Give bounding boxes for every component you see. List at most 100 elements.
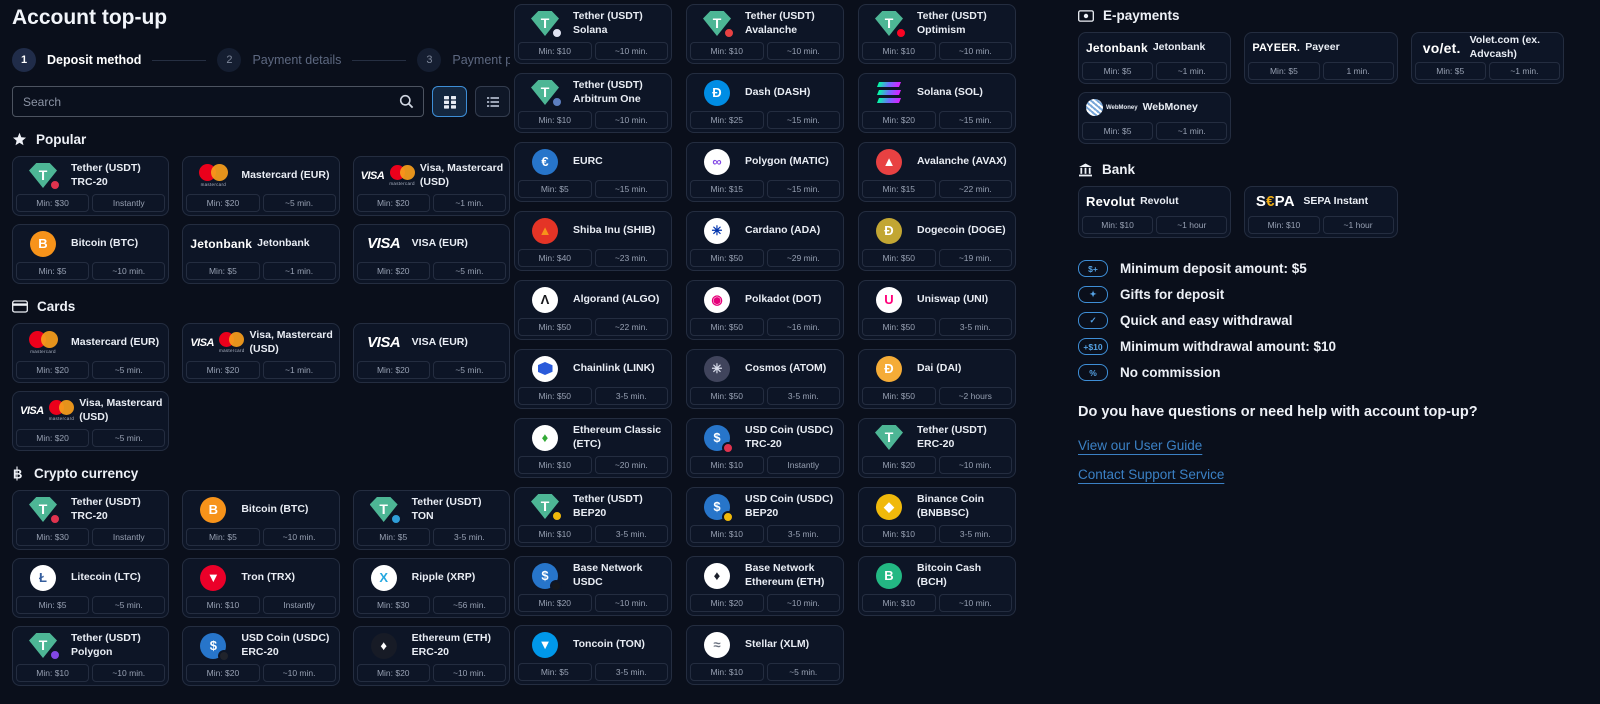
- payment-method-card[interactable]: VISAmastercard Visa, Mastercard (USD) Mi…: [353, 156, 510, 216]
- payment-method-card[interactable]: T Tether (USDT) Avalanche Min: $10 ~10 m…: [686, 4, 844, 64]
- payment-method-card[interactable]: $ USD Coin (USDC) BEP20 Min: $10 3-5 min…: [686, 487, 844, 547]
- payment-method-card[interactable]: PAYEER. Payeer Min: $5 1 min.: [1244, 32, 1397, 84]
- payment-method-card[interactable]: S€PA SEPA Instant Min: $10 ~1 hour: [1244, 186, 1397, 238]
- method-processing-time: ~10 min.: [939, 42, 1013, 60]
- method-min-amount: Min: $20: [357, 262, 430, 280]
- payment-method-card[interactable]: T Tether (USDT) TRC-20 Min: $30 Instantl…: [12, 490, 169, 550]
- payment-method-card[interactable]: VISA VISA (EUR) Min: $20 ~5 min.: [353, 224, 510, 284]
- help-question: Do you have questions or need help with …: [1078, 402, 1548, 424]
- search-input[interactable]: [13, 87, 423, 116]
- payment-method-card[interactable]: WebMoney WebMoney Min: $5 ~1 min.: [1078, 92, 1231, 144]
- payment-method-card[interactable]: mastercard Mastercard (EUR) Min: $20 ~5 …: [12, 323, 169, 383]
- ethereum-icon: ♦: [354, 633, 412, 659]
- tether-solana-icon: T: [515, 11, 573, 36]
- payment-method-card[interactable]: ✳ Cosmos (ATOM) Min: $50 3-5 min.: [686, 349, 844, 409]
- grid-view-button[interactable]: [432, 86, 467, 117]
- method-name: USD Coin (USDC) ERC-20: [241, 632, 338, 658]
- method-processing-time: ~15 min.: [595, 180, 669, 198]
- payment-method-card[interactable]: X Ripple (XRP) Min: $30 ~56 min.: [353, 558, 510, 618]
- method-min-amount: Min: $5: [1415, 62, 1486, 80]
- payment-method-card[interactable]: Ł Litecoin (LTC) Min: $5 ~5 min.: [12, 558, 169, 618]
- help-link[interactable]: Contact Support Service: [1078, 467, 1224, 482]
- eurc-icon: €: [515, 149, 573, 175]
- payment-method-card[interactable]: T Tether (USDT) Polygon Min: $10 ~10 min…: [12, 626, 169, 686]
- payment-method-card[interactable]: VISAmastercard Visa, Mastercard (USD) Mi…: [12, 391, 169, 451]
- benefit-item: $+ Minimum deposit amount: $5: [1078, 260, 1564, 277]
- payment-method-card[interactable]: B Bitcoin (BTC) Min: $5 ~10 min.: [182, 490, 339, 550]
- tether-polygon-icon: T: [13, 633, 71, 658]
- payment-method-card[interactable]: U Uniswap (UNI) Min: $50 3-5 min.: [858, 280, 1016, 340]
- payment-method-card[interactable]: T Tether (USDT) TRC-20 Min: $30 Instantl…: [12, 156, 169, 216]
- payment-method-card[interactable]: T Tether (USDT) ERC-20 Min: $20 ~10 min.: [858, 418, 1016, 478]
- method-min-amount: Min: $10: [518, 456, 592, 474]
- method-processing-time: ~10 min.: [92, 262, 165, 280]
- payment-method-card[interactable]: $ USD Coin (USDC) ERC-20 Min: $20 ~10 mi…: [182, 626, 339, 686]
- payment-method-card[interactable]: VISAmastercard Visa, Mastercard (USD) Mi…: [182, 323, 339, 383]
- bitcoin-symbol-icon: B: [12, 466, 25, 481]
- list-view-button[interactable]: [475, 86, 510, 117]
- method-processing-time: ~5 min.: [433, 262, 506, 280]
- payment-method-card[interactable]: Ð Dogecoin (DOGE) Min: $50 ~19 min.: [858, 211, 1016, 271]
- payment-method-card[interactable]: ≈ Stellar (XLM) Min: $10 ~5 min.: [686, 625, 844, 685]
- method-processing-time: ~10 min.: [595, 42, 669, 60]
- method-processing-time: ~10 min.: [263, 664, 336, 682]
- bank-grid: Revolut Revolut Min: $10 ~1 hour S€PA SE…: [1078, 186, 1564, 238]
- method-processing-time: ~10 min.: [939, 594, 1013, 612]
- payment-method-card[interactable]: ♦ Ethereum Classic (ETC) Min: $10 ~20 mi…: [514, 418, 672, 478]
- payment-method-card[interactable]: Solana (SOL) Min: $20 ~15 min.: [858, 73, 1016, 133]
- method-min-amount: Min: $10: [862, 42, 936, 60]
- method-min-amount: Min: $20: [357, 361, 430, 379]
- method-min-amount: Min: $10: [862, 525, 936, 543]
- payment-method-card[interactable]: ▼ Tron (TRX) Min: $10 Instantly: [182, 558, 339, 618]
- method-min-amount: Min: $10: [518, 42, 592, 60]
- payment-method-card[interactable]: VISA VISA (EUR) Min: $20 ~5 min.: [353, 323, 510, 383]
- payment-method-card[interactable]: T Tether (USDT) Solana Min: $10 ~10 min.: [514, 4, 672, 64]
- payment-method-card[interactable]: Λ Algorand (ALGO) Min: $50 ~22 min.: [514, 280, 672, 340]
- payment-method-card[interactable]: ✳ Cardano (ADA) Min: $50 ~29 min.: [686, 211, 844, 271]
- withdrawal-check-icon: ✓: [1078, 312, 1108, 329]
- payment-method-card[interactable]: T Tether (USDT) TON Min: $5 3-5 min.: [353, 490, 510, 550]
- payment-method-card[interactable]: Chainlink (LINK) Min: $50 3-5 min.: [514, 349, 672, 409]
- payment-method-card[interactable]: Revolut Revolut Min: $10 ~1 hour: [1078, 186, 1231, 238]
- method-processing-time: 1 min.: [1323, 62, 1394, 80]
- payment-method-card[interactable]: ♦ Ethereum (ETH) ERC-20 Min: $20 ~10 min…: [353, 626, 510, 686]
- usdc-erc20-icon: $: [183, 633, 241, 659]
- payment-method-card[interactable]: Jetonbank Jetonbank Min: $5 ~1 min.: [1078, 32, 1231, 84]
- payment-method-card[interactable]: T Tether (USDT) BEP20 Min: $10 3-5 min.: [514, 487, 672, 547]
- method-name: Tether (USDT) ERC-20: [917, 424, 1015, 450]
- payment-method-card[interactable]: ▲ Shiba Inu (SHIB) Min: $40 ~23 min.: [514, 211, 672, 271]
- method-processing-time: ~19 min.: [939, 249, 1013, 267]
- payment-method-card[interactable]: Jetonbank Jetonbank Min: $5 ~1 min.: [182, 224, 339, 284]
- toncoin-icon: ▼: [515, 632, 573, 658]
- list-view-icon: [486, 95, 500, 109]
- star-icon: [12, 132, 27, 147]
- payment-method-card[interactable]: $ USD Coin (USDC) TRC-20 Min: $10 Instan…: [686, 418, 844, 478]
- payment-method-card[interactable]: vo/et. Volet.com (ex. Advcash) Min: $5 ~…: [1411, 32, 1564, 84]
- payment-method-card[interactable]: T Tether (USDT) Arbitrum One Min: $10 ~1…: [514, 73, 672, 133]
- payment-method-card[interactable]: ◆ Binance Coin (BNBBSC) Min: $10 3-5 min…: [858, 487, 1016, 547]
- payment-method-card[interactable]: B Bitcoin (BTC) Min: $5 ~10 min.: [12, 224, 169, 284]
- method-processing-time: ~5 min.: [92, 596, 165, 614]
- payment-method-card[interactable]: ◉ Polkadot (DOT) Min: $50 ~16 min.: [686, 280, 844, 340]
- payment-method-card[interactable]: € EURC Min: $5 ~15 min.: [514, 142, 672, 202]
- payment-method-card[interactable]: mastercard Mastercard (EUR) Min: $20 ~5 …: [182, 156, 339, 216]
- payment-method-card[interactable]: ♦ Base Network Ethereum (ETH) Min: $20 ~…: [686, 556, 844, 616]
- tether-bep20-icon: T: [515, 494, 573, 519]
- payment-method-card[interactable]: ▲ Avalanche (AVAX) Min: $15 ~22 min.: [858, 142, 1016, 202]
- litecoin-icon: Ł: [13, 565, 71, 591]
- bitcoin-cash-icon: B: [859, 563, 917, 589]
- method-name: Visa, Mastercard (USD): [250, 329, 339, 355]
- payment-method-card[interactable]: T Tether (USDT) Optimism Min: $10 ~10 mi…: [858, 4, 1016, 64]
- payment-method-card[interactable]: $ Base Network USDC Min: $20 ~10 min.: [514, 556, 672, 616]
- chainlink-icon: [515, 356, 573, 382]
- payment-method-card[interactable]: Ð Dai (DAI) Min: $50 ~2 hours: [858, 349, 1016, 409]
- payment-method-card[interactable]: Đ Dash (DASH) Min: $25 ~15 min.: [686, 73, 844, 133]
- payment-method-card[interactable]: B Bitcoin Cash (BCH) Min: $10 ~10 min.: [858, 556, 1016, 616]
- cards-section-header: Cards: [12, 299, 510, 314]
- help-link[interactable]: View our User Guide: [1078, 438, 1202, 453]
- payment-method-card[interactable]: ∞ Polygon (MATIC) Min: $15 ~15 min.: [686, 142, 844, 202]
- method-min-amount: Min: $10: [1248, 216, 1319, 234]
- method-name: Dai (DAI): [917, 362, 1015, 375]
- payment-method-card[interactable]: ▼ Toncoin (TON) Min: $5 3-5 min.: [514, 625, 672, 685]
- method-processing-time: ~1 min.: [1156, 122, 1227, 140]
